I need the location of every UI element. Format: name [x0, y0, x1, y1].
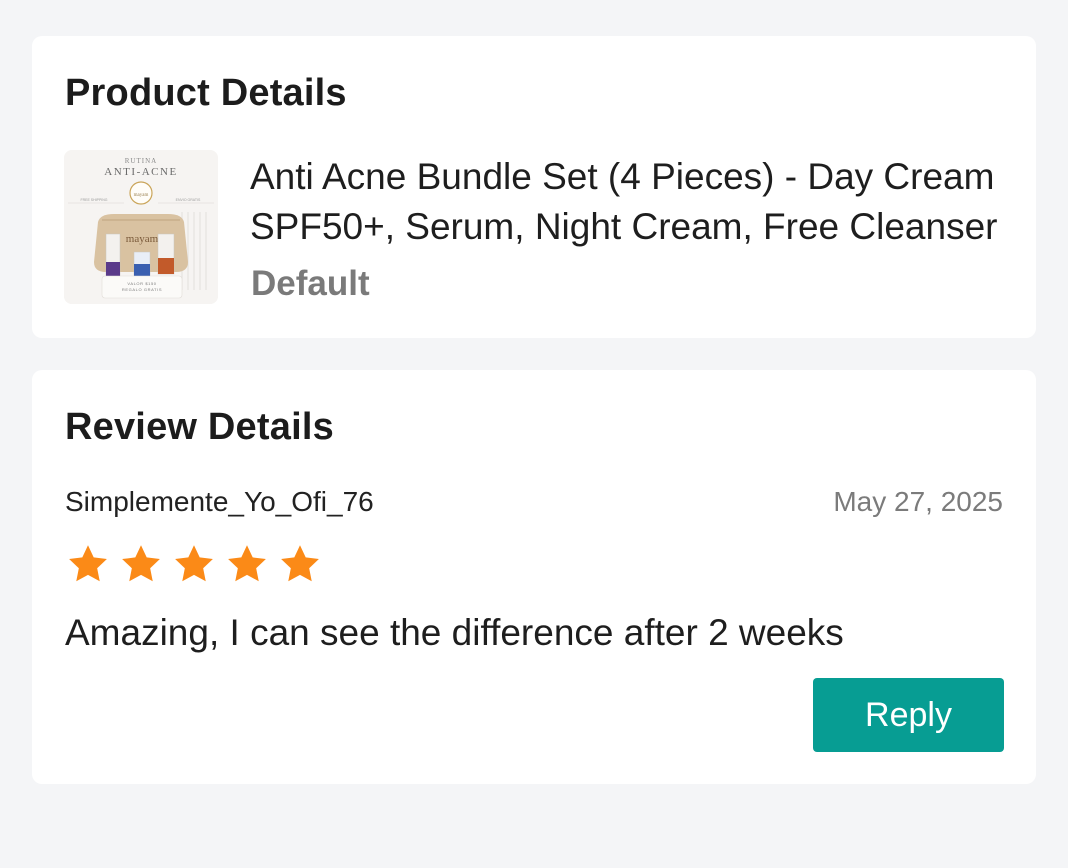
- reply-button[interactable]: Reply: [813, 678, 1004, 752]
- svg-text:mayam: mayam: [126, 233, 159, 245]
- thumb-bottom-line1: VALOR $150: [127, 281, 156, 286]
- product-name[interactable]: Anti Acne Bundle Set (4 Pieces) - Day Cr…: [250, 152, 1010, 252]
- thumb-bottom-line2: REGALO GRATIS: [122, 287, 162, 292]
- review-details-card: Review Details Simplemente_Yo_Ofi_76 May…: [32, 370, 1036, 784]
- star-icon: [69, 545, 107, 582]
- thumb-top-line: RUTINA: [125, 157, 157, 165]
- review-text: Amazing, I can see the difference after …: [65, 612, 844, 653]
- svg-text:mayam: mayam: [134, 193, 149, 198]
- star-icon: [281, 545, 319, 582]
- star-icon: [175, 545, 213, 582]
- star-rating: [65, 542, 323, 586]
- review-date: May 27, 2025: [833, 486, 1003, 517]
- reviewer-name: Simplemente_Yo_Ofi_76: [65, 486, 374, 517]
- thumb-right-tag: ENVIO GRATIS: [176, 198, 201, 202]
- thumb-headline: ANTI-ACNE: [104, 166, 177, 178]
- product-variant: Default: [251, 264, 370, 303]
- star-icon: [122, 545, 160, 582]
- thumb-left-tag: FREE SHIPPING: [80, 198, 107, 202]
- product-details-title: Product Details: [65, 72, 347, 114]
- star-icon: [228, 545, 266, 582]
- review-details-title: Review Details: [65, 406, 334, 448]
- product-thumbnail[interactable]: RUTINA ANTI-ACNE mayam FREE SHIPPING ENV…: [64, 150, 218, 304]
- product-details-card: Product Details RUTINA ANTI-ACNE mayam F…: [32, 36, 1036, 338]
